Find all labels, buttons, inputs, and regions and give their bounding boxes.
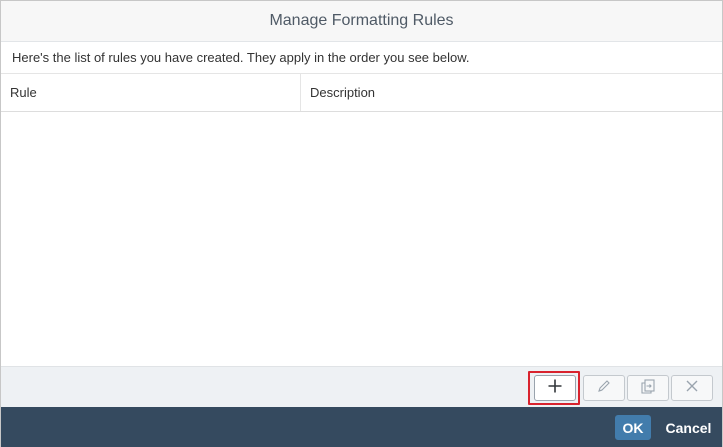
dialog-header: Manage Formatting Rules [1,1,722,42]
column-header-rule[interactable]: Rule [1,74,301,111]
delete-icon [685,379,699,398]
add-rule-button[interactable] [534,375,576,401]
edit-icon [596,378,612,399]
column-header-description[interactable]: Description [301,74,722,111]
manage-formatting-rules-dialog: Manage Formatting Rules Here's the list … [0,0,723,447]
add-icon [547,378,563,399]
dialog-footer: OK Cancel [1,407,722,447]
intro-text: Here's the list of rules you have create… [1,42,722,74]
rules-table-header: Rule Description [1,74,722,112]
duplicate-icon [640,378,656,399]
edit-rule-button[interactable] [583,375,625,401]
duplicate-rule-button[interactable] [627,375,669,401]
rules-toolbar [1,366,722,407]
dialog-title: Manage Formatting Rules [269,12,454,29]
delete-rule-button[interactable] [671,375,713,401]
rules-table-body[interactable] [1,112,722,366]
ok-button[interactable]: OK [615,415,651,440]
cancel-button[interactable]: Cancel [660,415,717,440]
